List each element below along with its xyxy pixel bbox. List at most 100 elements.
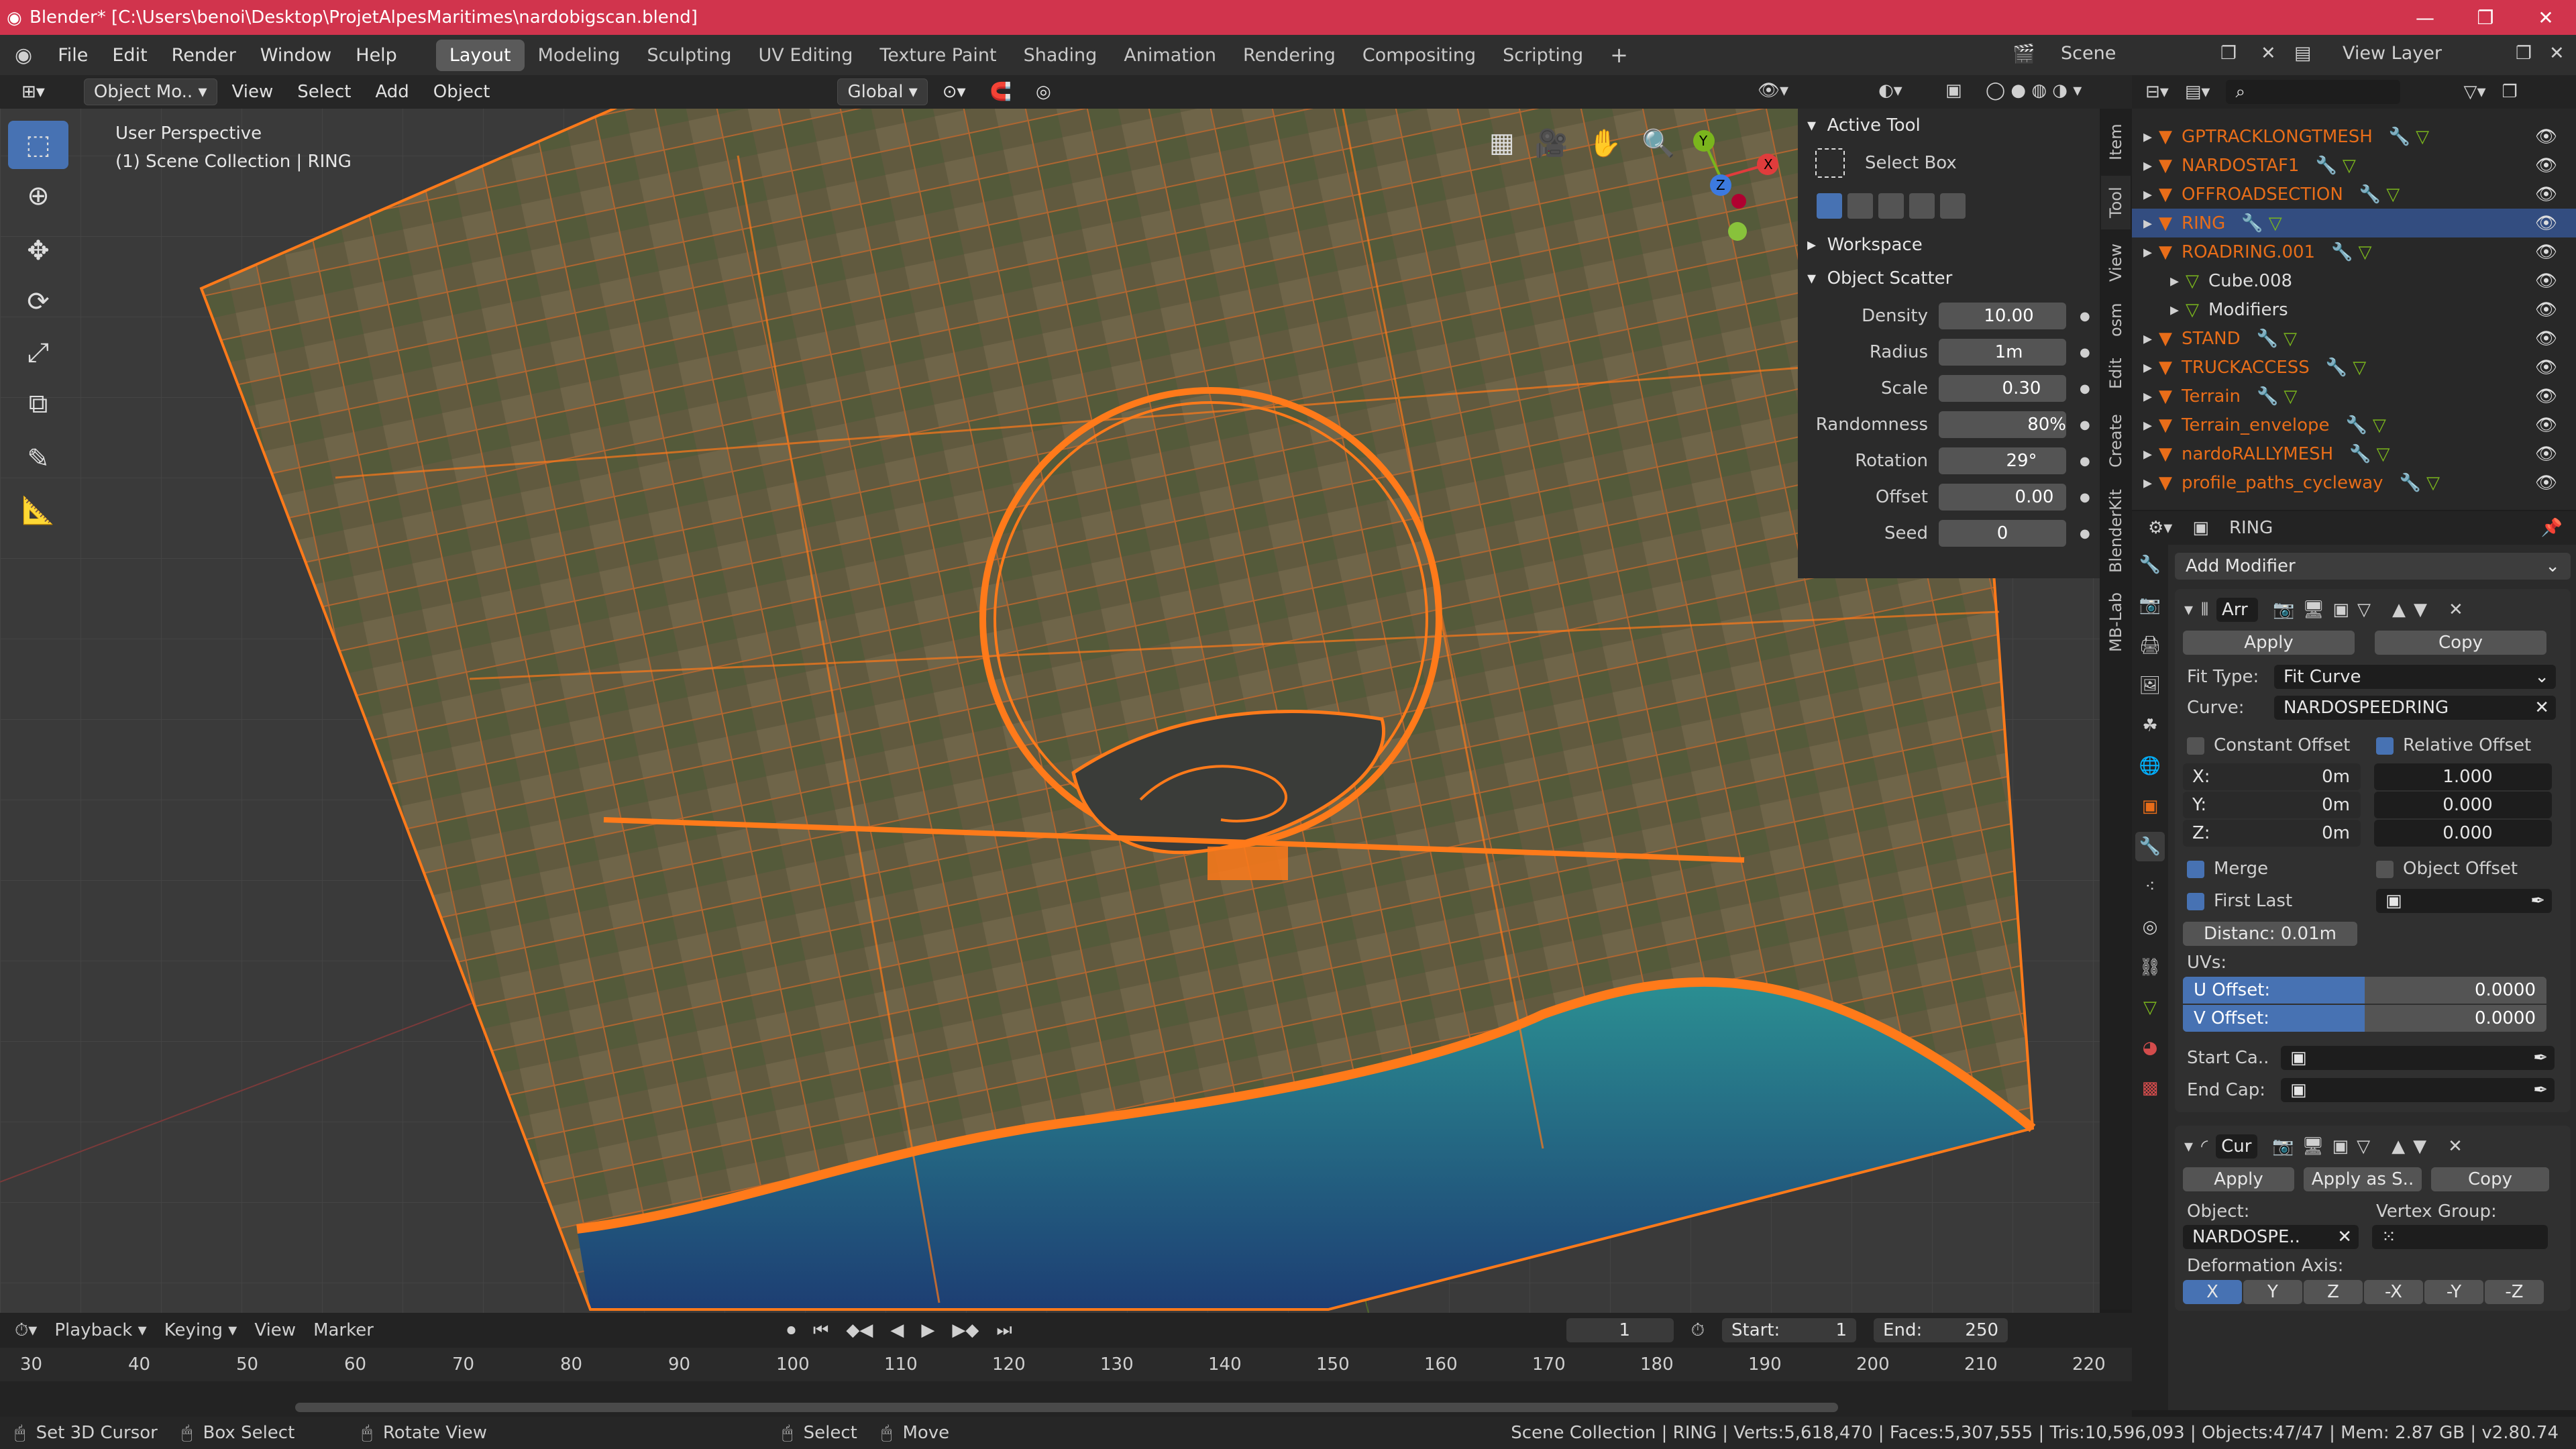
keying-menu[interactable]: Keying ▾ xyxy=(164,1320,237,1340)
visibility-eye-icon[interactable]: 👁 xyxy=(2535,156,2557,176)
visibility-eye-icon[interactable]: 👁 xyxy=(2535,473,2557,493)
next-keyframe-icon[interactable]: ▶◆ xyxy=(952,1320,979,1340)
animate-dot-icon[interactable]: ● xyxy=(2080,490,2090,504)
outliner-search-input[interactable]: ⌕ xyxy=(2226,80,2401,104)
curve-apply-button[interactable]: Apply xyxy=(2183,1167,2294,1191)
current-frame-field[interactable]: 1 xyxy=(1566,1318,1674,1342)
move-up-icon[interactable]: ▲ xyxy=(2392,1136,2405,1157)
offset-object-field[interactable]: ▣ ✒ xyxy=(2376,889,2552,913)
visibility-eye-icon[interactable]: 👁 xyxy=(2535,242,2557,262)
expand-arrow-icon[interactable]: ▸ xyxy=(2132,213,2159,233)
scale-tool-icon[interactable]: ⤢ xyxy=(8,329,68,377)
axis-x-button[interactable]: X xyxy=(2183,1280,2242,1304)
fit-type-dropdown[interactable]: Fit Curve ⌄ xyxy=(2274,665,2556,689)
axis-neg-x-button[interactable]: -X xyxy=(2364,1280,2423,1304)
shading-icons[interactable]: ◯ ● ◍ ◑ ▾ xyxy=(1986,80,2082,101)
playback-menu[interactable]: Playback ▾ xyxy=(54,1320,146,1340)
mode-selector[interactable]: Object Mo.. ▾ xyxy=(83,78,217,105)
filter-icon[interactable]: ▽▾ xyxy=(2463,82,2485,102)
outliner-row[interactable]: ▸ ▼ NARDOSTAF1 🔧 ▽ 👁 xyxy=(2132,151,2576,180)
transform-tool-icon[interactable]: ⧉ xyxy=(8,380,68,428)
eyedropper-icon[interactable]: ✒ xyxy=(2533,1080,2548,1100)
tab-modeling[interactable]: Modeling xyxy=(525,40,634,71)
record-icon[interactable]: ⏺ xyxy=(787,1320,796,1341)
maximize-button[interactable]: ❐ xyxy=(2455,0,2516,35)
u-offset-field[interactable]: U Offset: 0.0000 xyxy=(2183,977,2546,1004)
animate-dot-icon[interactable]: ● xyxy=(2080,382,2090,396)
animate-dot-icon[interactable]: ● xyxy=(2080,418,2090,432)
jump-start-icon[interactable]: ⏮ xyxy=(813,1320,828,1341)
tab-shading[interactable]: Shading xyxy=(1010,40,1111,71)
outliner-row[interactable]: ▸ ▽ Modifiers 👁 xyxy=(2132,295,2576,324)
constraints-props-icon[interactable]: ⛓ xyxy=(2135,953,2165,982)
scatter-param-field[interactable]: 1m xyxy=(1939,339,2066,366)
add-workspace-button[interactable]: + xyxy=(1597,37,1642,73)
cage-toggle-icon[interactable]: ▽ xyxy=(2357,600,2371,620)
curve-modifier-name[interactable]: Cur xyxy=(2216,1134,2258,1159)
mode-set-icon[interactable] xyxy=(1817,193,1842,219)
new-scene-icon[interactable]: ❐ xyxy=(2220,43,2237,64)
pan-view-icon[interactable]: ✋ xyxy=(1589,127,1622,159)
tool-props-icon[interactable]: 🔧 xyxy=(2135,550,2165,580)
marker-menu[interactable]: Marker xyxy=(313,1320,374,1340)
proportional-icon[interactable]: ◎ xyxy=(1026,79,1061,105)
end-frame-field[interactable]: End: 250 xyxy=(1874,1318,2008,1342)
scatter-param-field[interactable]: 0.30 xyxy=(1939,375,2066,402)
scene-name[interactable]: Scene xyxy=(2061,43,2116,64)
visibility-eye-icon[interactable]: 👁 xyxy=(2535,184,2557,205)
mode-extend-icon[interactable] xyxy=(1847,193,1873,219)
object-scatter-header[interactable]: ▾ Object Scatter xyxy=(1798,262,2100,295)
tab-blenderkit[interactable]: BlenderKit xyxy=(2101,484,2131,578)
menu-object[interactable]: Object xyxy=(424,79,500,105)
outliner-row[interactable]: ▸ ▼ profile_paths_cycleway 🔧 ▽ 👁 xyxy=(2132,468,2576,497)
scatter-param-field[interactable]: 0 xyxy=(1939,520,2066,547)
curve-object-field[interactable]: NARDOSPE.. ✕ xyxy=(2183,1225,2359,1249)
scatter-param-field[interactable]: 80% xyxy=(1939,411,2066,438)
overlay-icon[interactable]: ◐▾ xyxy=(1878,80,1902,101)
render-toggle-icon[interactable]: 📷 xyxy=(2272,1136,2294,1157)
texture-props-icon[interactable]: ▩ xyxy=(2135,1073,2165,1103)
editmode-toggle-icon[interactable]: ▣ xyxy=(2332,1136,2349,1157)
viewport-toggle-icon[interactable]: 🖥 xyxy=(2302,600,2324,620)
tab-sculpting[interactable]: Sculpting xyxy=(633,40,745,71)
visibility-eye-icon[interactable]: 👁 xyxy=(2535,358,2557,378)
curve-copy-button[interactable]: Copy xyxy=(2431,1167,2549,1191)
world-props-icon[interactable]: 🌐 xyxy=(2135,751,2165,781)
visibility-eye-icon[interactable]: 👁 xyxy=(2535,415,2557,435)
merge-checkbox[interactable] xyxy=(2187,860,2204,878)
menu-file[interactable]: File xyxy=(46,45,100,66)
move-tool-icon[interactable]: ✥ xyxy=(8,227,68,275)
move-down-icon[interactable]: ▼ xyxy=(2413,1136,2426,1157)
outliner-row[interactable]: ▸ ▼ STAND 🔧 ▽ 👁 xyxy=(2132,324,2576,353)
relative-z-field[interactable]: 0.000 xyxy=(2374,820,2552,847)
tab-uv-editing[interactable]: UV Editing xyxy=(745,40,867,71)
outliner-row[interactable]: ▸ ▽ Cube.008 👁 xyxy=(2132,266,2576,295)
delete-view-layer-icon[interactable]: ✕ xyxy=(2549,43,2565,64)
move-up-icon[interactable]: ▲ xyxy=(2392,600,2406,620)
mode-subtract-icon[interactable] xyxy=(1878,193,1904,219)
tab-animation[interactable]: Animation xyxy=(1110,40,1230,71)
axis-gizmo-icon[interactable]: X Y Z xyxy=(1677,121,1784,241)
menu-edit[interactable]: Edit xyxy=(100,45,159,66)
expand-arrow-icon[interactable]: ▸ xyxy=(2132,184,2159,205)
expand-arrow-icon[interactable]: ▸ xyxy=(2132,242,2159,262)
cage-toggle-icon[interactable]: ▽ xyxy=(2357,1136,2370,1157)
visibility-eye-icon[interactable]: 👁 xyxy=(2535,329,2557,349)
3d-viewport[interactable] xyxy=(0,75,2100,1313)
close-button[interactable]: ✕ xyxy=(2516,0,2576,35)
remove-modifier-icon[interactable]: ✕ xyxy=(2449,600,2463,620)
expand-arrow-icon[interactable]: ▸ xyxy=(2132,444,2159,464)
visibility-eye-icon[interactable]: 👁 xyxy=(2535,444,2557,464)
pivot-icon[interactable]: ⊙▾ xyxy=(933,79,975,105)
tab-item[interactable]: Item xyxy=(2101,115,2131,169)
visibility-eye-icon[interactable]: 👁 xyxy=(2535,127,2557,147)
expand-arrow-icon[interactable]: ▸ xyxy=(2132,300,2186,320)
first-last-checkbox[interactable] xyxy=(2187,892,2204,910)
array-apply-button[interactable]: Apply xyxy=(2183,631,2355,655)
menu-help[interactable]: Help xyxy=(343,45,409,66)
mode-invert-icon[interactable] xyxy=(1909,193,1935,219)
select-box-tool-icon[interactable]: ⬚ xyxy=(8,121,68,169)
jump-end-icon[interactable]: ⏭ xyxy=(996,1320,1012,1341)
xray-icon[interactable]: ▣ xyxy=(1945,80,1962,101)
expand-arrow-icon[interactable]: ▸ xyxy=(2132,358,2159,378)
